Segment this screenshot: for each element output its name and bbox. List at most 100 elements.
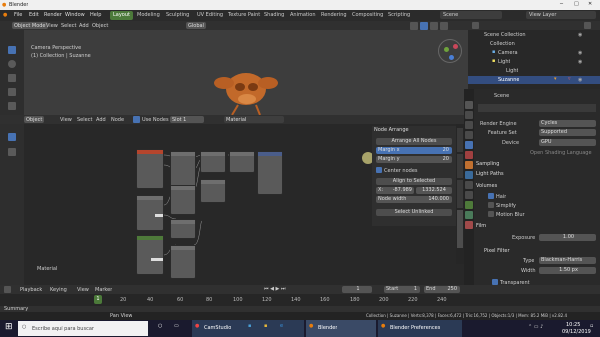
feature-set-dropdown[interactable]: Supported: [539, 129, 596, 136]
outliner-item[interactable]: Light: [498, 59, 510, 65]
task-view-icon[interactable]: ▭: [174, 323, 179, 329]
margin-y-field[interactable]: Margin y 20: [376, 156, 452, 163]
playback-controls-icon[interactable]: ⏮ ◀ ▶ ⏭: [264, 286, 285, 292]
shading-solid-icon[interactable]: [420, 22, 428, 30]
exposure-field[interactable]: 1.00: [539, 234, 596, 241]
tab-compositing[interactable]: Compositing: [349, 11, 386, 20]
tool-tab-icon[interactable]: [465, 101, 473, 109]
arrange-all-nodes-button[interactable]: Arrange All Nodes: [376, 138, 452, 145]
visibility-eye-icon[interactable]: ◉: [578, 77, 582, 83]
taskbar-search-box[interactable]: ○ Escribe aquí para buscar: [18, 321, 148, 336]
menu-render[interactable]: Render: [44, 12, 62, 18]
section-motion-blur[interactable]: Motion Blur: [496, 212, 525, 218]
timeline-menu-playback[interactable]: Playback: [20, 287, 42, 293]
device-dropdown[interactable]: GPU: [539, 139, 596, 146]
end-frame-field[interactable]: End 250: [424, 286, 460, 293]
tab-shading[interactable]: Shading: [261, 11, 287, 20]
file-explorer-icon[interactable]: ▪: [264, 323, 267, 329]
gizmo-x-icon[interactable]: [453, 44, 458, 49]
move-icon[interactable]: [8, 74, 16, 82]
node-output[interactable]: [257, 151, 283, 195]
cortana-icon[interactable]: ○: [158, 323, 162, 329]
taskbar-time[interactable]: 10:25: [566, 322, 580, 328]
section-pixel-filter[interactable]: Pixel Filter: [484, 248, 510, 254]
coord-x-field[interactable]: X: -87.989: [376, 187, 414, 194]
align-to-selected-button[interactable]: Align to Selected: [376, 178, 452, 185]
section-light-paths[interactable]: Light Paths: [476, 171, 504, 177]
menu-help[interactable]: Help: [90, 12, 101, 18]
outliner-item[interactable]: Suzanne: [498, 77, 519, 83]
node[interactable]: [170, 185, 196, 215]
sidebar-tab[interactable]: [457, 154, 463, 178]
menu-window[interactable]: Window: [65, 12, 85, 18]
output-tab-icon[interactable]: [465, 121, 473, 129]
margin-x-field[interactable]: Margin x 20: [376, 147, 452, 154]
physics-tab-icon[interactable]: [465, 191, 473, 199]
slot-dropdown[interactable]: Slot 1: [170, 116, 204, 123]
node[interactable]: [200, 179, 226, 203]
filter-width-field[interactable]: 1.50 px: [539, 267, 596, 274]
object-mode-dropdown[interactable]: Object Mode: [12, 22, 48, 29]
node-width-field[interactable]: Node width 140.000: [376, 196, 452, 203]
filter-icon[interactable]: [584, 22, 591, 29]
node-color-swatch[interactable]: [155, 214, 163, 217]
taskbar-app-blender[interactable]: ● Blender: [306, 320, 376, 337]
view-layer-selector[interactable]: View Layer: [526, 11, 596, 19]
start-frame-field[interactable]: Start 1: [384, 286, 420, 293]
tab-layout[interactable]: Layout: [110, 11, 133, 20]
node-green[interactable]: [136, 235, 164, 275]
outliner-item[interactable]: Scene Collection: [484, 32, 526, 38]
viewport-menu-add[interactable]: Add: [79, 23, 89, 29]
material-tab-icon[interactable]: [465, 221, 473, 229]
outliner-item[interactable]: Camera: [498, 50, 518, 56]
menu-edit[interactable]: Edit: [29, 12, 39, 18]
select-unlinked-button[interactable]: Select Unlinked: [376, 209, 452, 216]
simplify-checkbox[interactable]: [488, 202, 494, 208]
node[interactable]: [136, 195, 164, 231]
suzanne-mesh[interactable]: [210, 65, 285, 117]
visibility-eye-icon[interactable]: ◉: [578, 59, 582, 65]
sidebar-tabs[interactable]: [456, 124, 464, 264]
material-selector[interactable]: Material: [224, 116, 284, 123]
outliner-item[interactable]: Light: [506, 68, 518, 74]
particles-tab-icon[interactable]: [465, 181, 473, 189]
rotate-icon[interactable]: [8, 88, 16, 96]
viewport-menu-object[interactable]: Object: [92, 23, 108, 29]
maximize-button[interactable]: □: [574, 1, 579, 7]
gizmo-y-icon[interactable]: [444, 47, 449, 52]
data-tab-icon[interactable]: [465, 211, 473, 219]
visibility-eye-icon[interactable]: ◉: [578, 50, 582, 56]
node[interactable]: [200, 151, 226, 173]
scene-tab-icon[interactable]: [465, 141, 473, 149]
taskbar-date[interactable]: 09/12/2019: [562, 329, 591, 335]
select-box-icon[interactable]: [8, 46, 16, 54]
viewport-menu-select[interactable]: Select: [61, 23, 76, 29]
world-tab-icon[interactable]: [465, 151, 473, 159]
tab-sculpting[interactable]: Sculpting: [163, 11, 192, 20]
transform-orientation-dropdown[interactable]: Global: [186, 22, 206, 29]
tab-modeling[interactable]: Modeling: [134, 11, 163, 20]
node-menu-node[interactable]: Node: [111, 117, 124, 123]
sidebar-tab[interactable]: [457, 180, 463, 208]
viewport-3d[interactable]: Object Mode View Select Add Object Globa…: [0, 21, 468, 117]
section-hair[interactable]: Hair: [496, 194, 506, 200]
navigation-gizmo[interactable]: [438, 39, 462, 63]
taskbar-pinned-app-icon[interactable]: ▪: [248, 323, 251, 329]
tab-scripting[interactable]: Scripting: [385, 11, 413, 20]
render-engine-dropdown[interactable]: Cycles: [539, 120, 596, 127]
node-menu-select[interactable]: Select: [77, 117, 92, 123]
windows-start-icon[interactable]: ⊞: [5, 322, 13, 332]
node-menu-view[interactable]: View: [60, 117, 72, 123]
annotate-icon[interactable]: [8, 148, 16, 156]
scale-icon[interactable]: [8, 102, 16, 110]
menu-file[interactable]: File: [14, 12, 22, 18]
node[interactable]: [229, 151, 255, 173]
render-tab-icon[interactable]: [465, 111, 473, 119]
hair-checkbox[interactable]: [488, 193, 494, 199]
visibility-eye-icon[interactable]: ◉: [578, 32, 582, 38]
taskbar-app-blender-preferences[interactable]: ● Blender Preferences: [378, 320, 462, 337]
outliner-editor-icon[interactable]: [472, 22, 479, 29]
gizmo-z-icon[interactable]: [449, 55, 454, 60]
motion-blur-checkbox[interactable]: [488, 211, 494, 217]
cursor-icon[interactable]: [8, 60, 16, 68]
